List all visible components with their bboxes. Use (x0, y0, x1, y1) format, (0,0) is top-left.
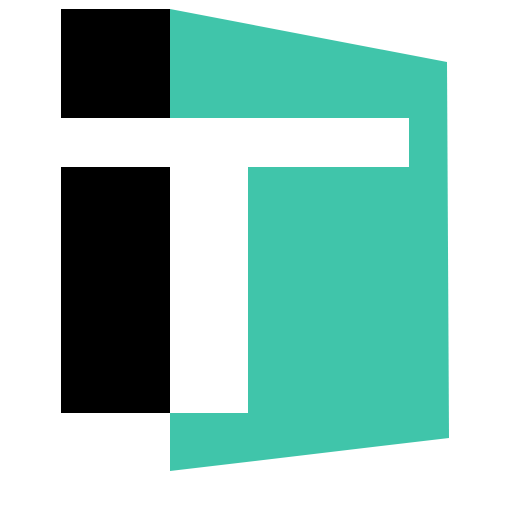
app-icon-canvas (0, 0, 512, 512)
it-letter-logo-icon (61, 9, 449, 471)
black-lower-block (61, 167, 170, 413)
black-upper-block (61, 9, 170, 118)
white-t-crossbar (61, 118, 409, 167)
white-t-stem (170, 167, 248, 413)
